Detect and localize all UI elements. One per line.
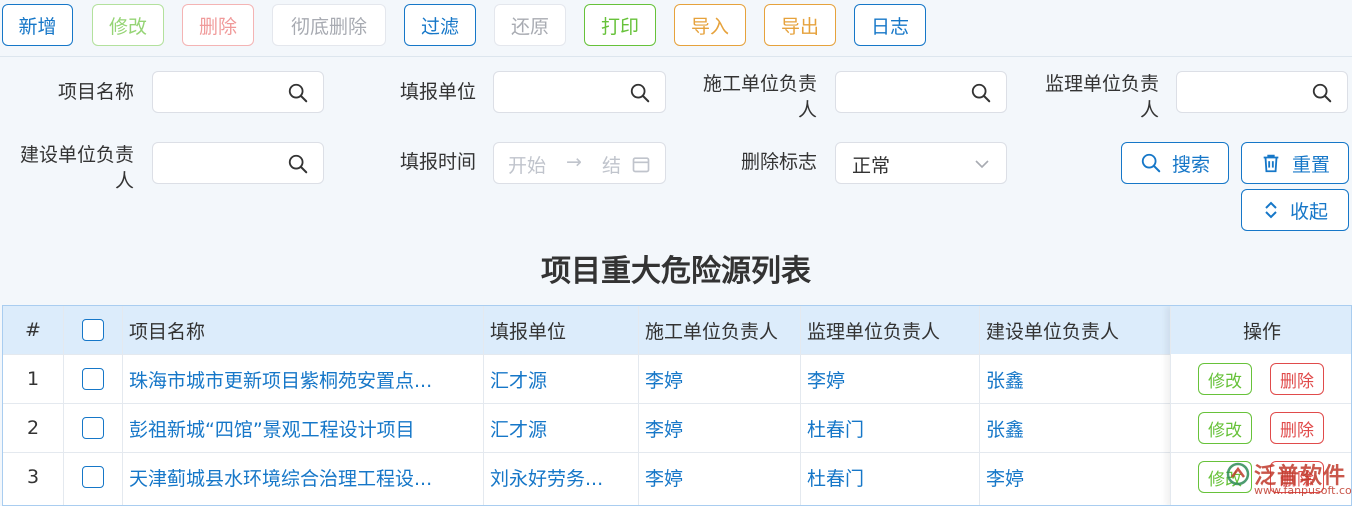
row-delete-button[interactable]: 删除: [1270, 412, 1324, 444]
supervision-lead-input[interactable]: [1176, 71, 1348, 113]
col-operations: 操作: [1170, 306, 1351, 354]
import-button[interactable]: 导入: [674, 4, 746, 46]
row-edit-button[interactable]: 修改: [1198, 363, 1252, 395]
col-builder-lead[interactable]: 建设单位负责人: [986, 306, 1119, 354]
row-index: 2: [26, 417, 40, 439]
export-button[interactable]: 导出: [764, 4, 836, 46]
date-end-placeholder: 结: [602, 155, 622, 177]
select-all-checkbox[interactable]: [82, 319, 104, 341]
construction-lead-label: 施工单位负责人: [702, 73, 817, 121]
builder-lead-input[interactable]: [152, 142, 324, 184]
delete-flag-label: 删除标志: [740, 151, 817, 173]
project-name-link[interactable]: 彭祖新城“四馆”景观工程设计项目: [129, 404, 479, 452]
project-name-link[interactable]: 珠海市城市更新项目紫桐苑安置点...: [129, 355, 479, 403]
search-icon: [971, 83, 991, 103]
reset-button[interactable]: 重置: [1241, 142, 1349, 184]
table-row: 2 彭祖新城“四馆”景观工程设计项目 汇才源 李婷 杜春门 张鑫: [3, 403, 1351, 452]
permanent-delete-button[interactable]: 彻底删除: [272, 4, 386, 46]
project-name-input[interactable]: [152, 71, 324, 113]
col-supervision-lead[interactable]: 监理单位负责人: [807, 306, 940, 354]
row-index: 1: [26, 368, 40, 390]
report-unit-label: 填报单位: [399, 81, 476, 103]
builder-lead-cell[interactable]: 张鑫: [986, 404, 1024, 452]
watermark-logo: 泛普软件 www.fanpusoft.com: [1226, 458, 1352, 497]
collapse-button[interactable]: 收起: [1241, 189, 1349, 231]
table-row: 1 珠海市城市更新项目紫桐苑安置点... 汇才源 李婷 李婷 张鑫: [3, 354, 1351, 403]
report-unit-input[interactable]: [493, 71, 666, 113]
col-construction-lead[interactable]: 施工单位负责人: [645, 306, 778, 354]
search-icon: [1312, 83, 1332, 103]
row-delete-button[interactable]: 删除: [1270, 363, 1324, 395]
chevron-down-icon: [975, 160, 989, 169]
supervision-lead-label: 监理单位负责人: [1044, 73, 1159, 121]
search-icon: [1141, 153, 1161, 173]
table-row: 3 天津蓟城县水环境综合治理工程设... 刘永好劳务... 李婷 杜春门 李婷: [3, 452, 1351, 501]
row-edit-button[interactable]: 修改: [1198, 412, 1252, 444]
builder-lead-label: 建设单位负责人: [19, 144, 134, 192]
construction-lead-cell[interactable]: 李婷: [645, 453, 683, 501]
report-unit-cell[interactable]: 汇才源: [490, 404, 632, 452]
search-icon: [288, 83, 308, 103]
construction-lead-cell[interactable]: 李婷: [645, 404, 683, 452]
search-icon: [288, 154, 308, 174]
toolbar: 新增 修改 删除 彻底删除 过滤 还原 打印 导入 导出 日志: [0, 0, 1352, 56]
date-arrow: →: [566, 151, 582, 173]
search-icon: [630, 83, 650, 103]
watermark-url: www.fanpusoft.com: [1254, 484, 1352, 497]
delete-flag-select[interactable]: 正常: [835, 142, 1007, 184]
builder-lead-cell[interactable]: 李婷: [986, 453, 1024, 501]
col-select-all: [63, 306, 123, 354]
filter-button[interactable]: 过滤: [404, 4, 476, 46]
calendar-icon: [632, 157, 650, 173]
collapse-button-label: 收起: [1289, 200, 1328, 223]
report-unit-cell[interactable]: 刘永好劳务...: [490, 453, 632, 501]
brand-logo-icon: [1226, 462, 1250, 486]
reset-button-label: 重置: [1291, 153, 1330, 176]
project-name-label: 项目名称: [57, 81, 134, 103]
delete-flag-value: 正常: [852, 155, 891, 177]
table-header: # 项目名称 填报单位 施工单位负责人 监理单位负责人 建设单位负责人: [3, 306, 1351, 354]
log-button[interactable]: 日志: [854, 4, 926, 46]
construction-lead-input[interactable]: [835, 71, 1007, 113]
delete-button[interactable]: 删除: [182, 4, 254, 46]
row-checkbox[interactable]: [82, 466, 104, 488]
supervision-lead-cell[interactable]: 杜春门: [807, 453, 864, 501]
builder-lead-cell[interactable]: 张鑫: [986, 355, 1024, 403]
add-button[interactable]: 新增: [2, 4, 73, 46]
page-title: 项目重大危险源列表: [541, 254, 811, 289]
edit-button[interactable]: 修改: [92, 4, 164, 46]
supervision-lead-cell[interactable]: 杜春门: [807, 404, 864, 452]
row-index: 3: [26, 466, 40, 488]
project-name-link[interactable]: 天津蓟城县水环境综合治理工程设...: [129, 453, 479, 501]
collapse-icon: [1265, 201, 1277, 219]
print-button[interactable]: 打印: [584, 4, 656, 46]
restore-button[interactable]: 还原: [494, 4, 566, 46]
report-time-range[interactable]: 开始 → 结: [493, 142, 666, 184]
row-checkbox[interactable]: [82, 368, 104, 390]
search-button[interactable]: 搜索: [1121, 142, 1229, 184]
search-button-label: 搜索: [1171, 153, 1210, 176]
construction-lead-cell[interactable]: 李婷: [645, 355, 683, 403]
data-table: # 项目名称 填报单位 施工单位负责人 监理单位负责人 建设单位负责人 1 珠海…: [2, 305, 1352, 506]
date-start-placeholder: 开始: [508, 155, 547, 177]
col-index: #: [25, 319, 41, 341]
supervision-lead-cell[interactable]: 李婷: [807, 355, 845, 403]
trash-icon: [1263, 154, 1279, 173]
row-checkbox[interactable]: [82, 417, 104, 439]
toolbar-divider: [0, 56, 1352, 57]
col-project-name[interactable]: 项目名称: [129, 306, 205, 354]
report-time-label: 填报时间: [399, 151, 476, 173]
report-unit-cell[interactable]: 汇才源: [490, 355, 632, 403]
col-report-unit[interactable]: 填报单位: [490, 306, 566, 354]
